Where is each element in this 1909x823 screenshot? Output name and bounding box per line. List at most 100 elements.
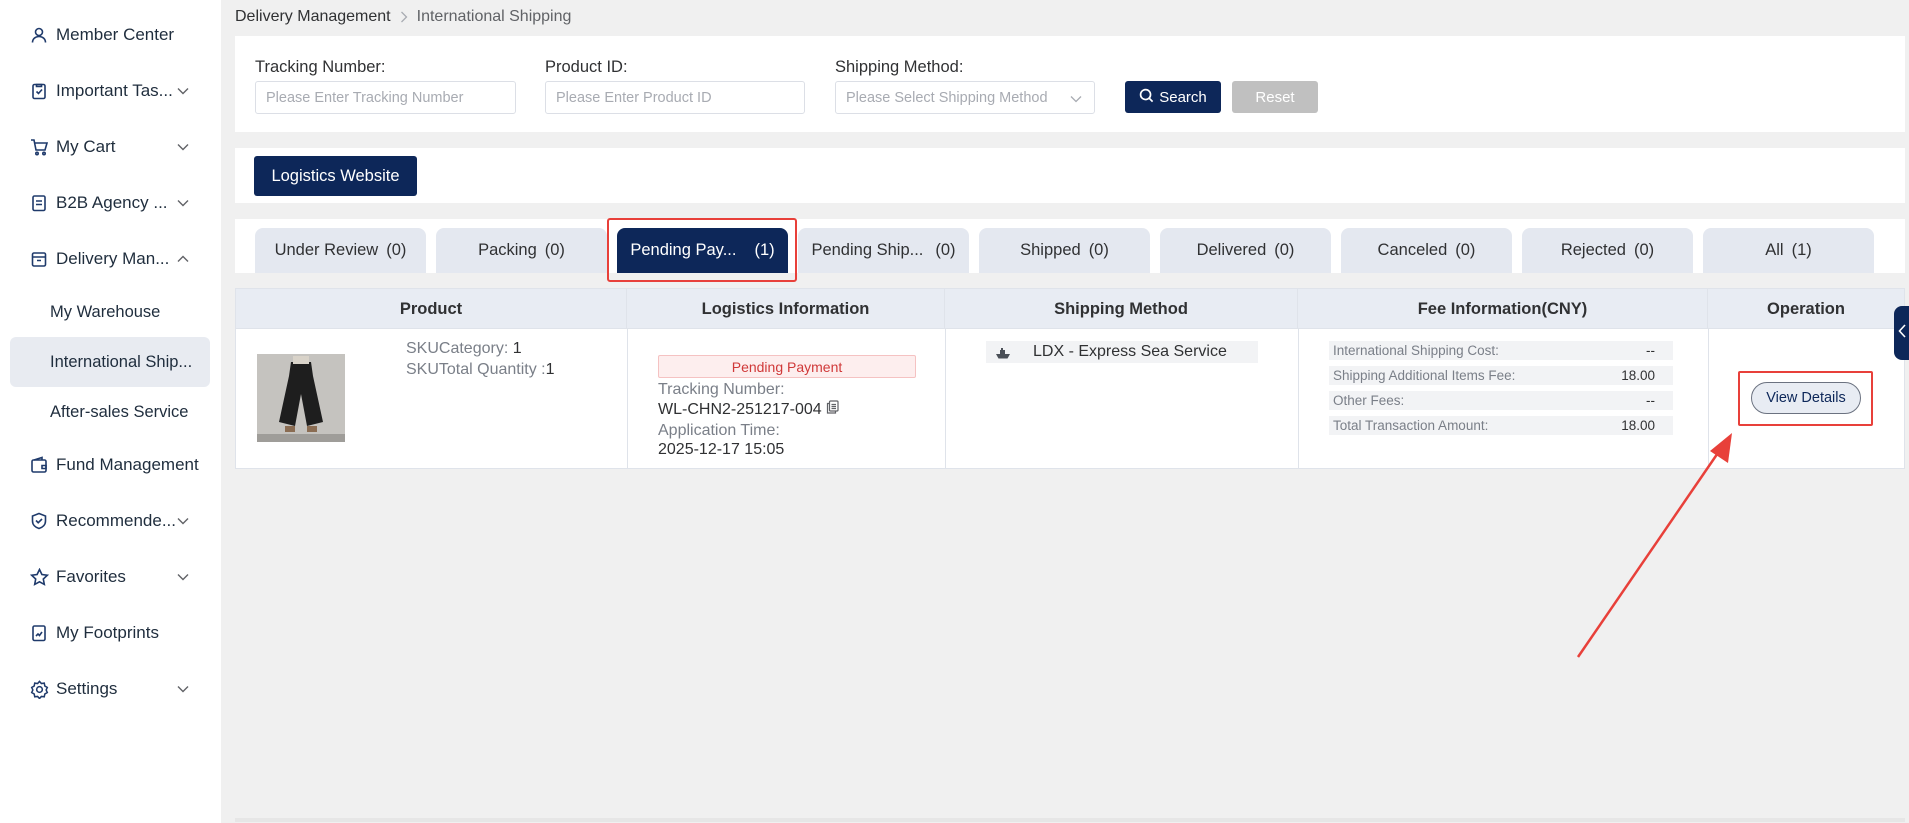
sku-category-label: SKUCategory: — [406, 340, 509, 357]
tab-label: Shipped — [1020, 241, 1081, 259]
box-icon — [28, 248, 50, 270]
tab-pending-payment[interactable]: Pending Pay... (1) — [617, 228, 788, 273]
fee-label: Shipping Additional Items Fee: — [1333, 368, 1516, 383]
tab-count: (1) — [1791, 241, 1812, 259]
sidebar-item-b2b-agency[interactable]: B2B Agency ... — [0, 183, 221, 223]
document-icon — [28, 192, 50, 214]
tab-rejected[interactable]: Rejected (0) — [1522, 228, 1693, 273]
annotation-arrow — [1576, 433, 1732, 658]
shipping-method-label: Shipping Method: — [835, 58, 964, 76]
fee-other: Other Fees: -- — [1329, 391, 1673, 410]
column-divider — [1298, 329, 1299, 469]
chevron-right-icon — [400, 11, 408, 23]
fee-additional-items: Shipping Additional Items Fee: 18.00 — [1329, 366, 1673, 385]
gear-icon — [28, 678, 50, 700]
view-details-button[interactable]: View Details — [1751, 382, 1861, 414]
sku-total-quantity: SKUTotal Quantity :1 — [406, 361, 555, 379]
chevron-up-icon — [176, 252, 190, 266]
sidebar-item-important-tasks[interactable]: Important Tas... — [0, 71, 221, 111]
sidebar-item-label: Settings — [56, 679, 118, 698]
tracking-number-key: Tracking Number: — [658, 381, 785, 398]
product-id-label: Product ID: — [545, 58, 628, 76]
sidebar-subitem-label: After-sales Service — [50, 402, 189, 421]
tab-delivered[interactable]: Delivered (0) — [1160, 228, 1331, 273]
chevron-down-icon — [176, 570, 190, 584]
tab-canceled[interactable]: Canceled (0) — [1341, 228, 1512, 273]
sidebar-item-member-center[interactable]: Member Center — [0, 15, 221, 55]
product-thumbnail[interactable] — [257, 354, 345, 442]
search-button[interactable]: Search — [1125, 81, 1221, 113]
tab-count: (0) — [1633, 241, 1655, 259]
breadcrumb-current: International Shipping — [416, 8, 572, 25]
tab-label: Pending Pay... — [630, 241, 737, 259]
badge-icon — [28, 510, 50, 532]
application-time-key: Application Time: — [658, 422, 780, 439]
sidebar-item-settings[interactable]: Settings — [0, 669, 221, 709]
sidebar-item-my-footprints[interactable]: My Footprints — [0, 613, 221, 653]
tab-all[interactable]: All (1) — [1703, 228, 1874, 273]
tracking-number-label: Tracking Number: — [255, 58, 386, 76]
tracking-number-input[interactable]: Please Enter Tracking Number — [255, 81, 516, 114]
sku-category: SKUCategory: 1 — [406, 340, 522, 358]
star-icon — [28, 566, 50, 588]
fee-value: 18.00 — [1621, 368, 1655, 383]
tracking-number-row: WL-CHN2-251217-004 — [658, 400, 839, 419]
divider — [235, 818, 1905, 822]
sidebar-subitem-my-warehouse[interactable]: My Warehouse — [10, 287, 210, 337]
column-divider — [945, 329, 946, 469]
breadcrumb-delivery-management[interactable]: Delivery Management — [235, 8, 391, 26]
shipping-method-select[interactable]: Please Select Shipping Method — [835, 81, 1095, 114]
sidebar-subitem-label: International Ship... — [50, 352, 193, 371]
sidebar-item-label: Recommende... — [56, 511, 176, 530]
tab-packing[interactable]: Packing (0) — [436, 228, 607, 273]
sidebar-item-label: Fund Management — [56, 455, 199, 474]
breadcrumb: Delivery Management International Shippi… — [235, 8, 571, 26]
sku-quantity-value: 1 — [545, 361, 555, 378]
tab-count: (0) — [544, 241, 565, 259]
sidebar-item-label: My Footprints — [56, 623, 159, 642]
footprints-icon — [28, 622, 50, 644]
chevron-down-icon — [1070, 91, 1082, 107]
clipboard-check-icon — [28, 80, 50, 102]
application-time-value: 2025-12-17 15:05 — [658, 441, 785, 458]
product-id-input[interactable]: Please Enter Product ID — [545, 81, 805, 114]
tab-count: (0) — [386, 241, 407, 259]
sku-category-value: 1 — [512, 340, 522, 357]
tab-shipped[interactable]: Shipped (0) — [979, 228, 1150, 273]
sidebar-item-delivery-management[interactable]: Delivery Man... — [0, 239, 221, 279]
fee-value: -- — [1646, 343, 1655, 358]
tab-under-review[interactable]: Under Review (0) — [255, 228, 426, 273]
status-badge: Pending Payment — [658, 355, 916, 378]
chevron-down-icon — [176, 196, 190, 210]
sidebar-item-label: My Cart — [56, 137, 116, 156]
status-tabs: Under Review (0) Packing (0) Pending Pay..… — [235, 219, 1905, 273]
sidebar-item-fund-management[interactable]: Fund Management — [0, 445, 221, 485]
ship-icon — [995, 345, 1011, 365]
reset-button[interactable]: Reset — [1232, 81, 1318, 113]
copy-icon[interactable] — [826, 400, 839, 419]
logistics-website-button[interactable]: Logistics Website — [254, 156, 417, 196]
sidebar-item-recommended[interactable]: Recommende... — [0, 501, 221, 541]
tab-count: (0) — [1455, 241, 1476, 259]
header-operation: Operation — [1767, 299, 1845, 318]
shipping-method-placeholder: Please Select Shipping Method — [846, 89, 1048, 106]
collapse-panel-tab[interactable] — [1894, 306, 1909, 360]
header-product: Product — [236, 289, 627, 329]
header-shipping-method: Shipping Method — [945, 289, 1298, 329]
tab-label: Canceled — [1377, 241, 1448, 259]
header-logistics-information: Logistics Information — [627, 289, 945, 329]
shipping-method-value: LDX - Express Sea Service — [1033, 343, 1227, 360]
sidebar-item-my-cart[interactable]: My Cart — [0, 127, 221, 167]
cart-icon — [28, 136, 50, 158]
fee-label: Other Fees: — [1333, 393, 1405, 408]
sidebar-subitem-after-sales[interactable]: After-sales Service — [10, 387, 210, 437]
user-icon — [28, 24, 50, 46]
wallet-icon — [28, 454, 50, 476]
logistics-panel: Logistics Website — [235, 148, 1905, 203]
sidebar-item-favorites[interactable]: Favorites — [0, 557, 221, 597]
tab-pending-shipment[interactable]: Pending Ship... (0) — [798, 228, 969, 273]
tab-label: All — [1765, 241, 1784, 259]
fee-value: -- — [1646, 393, 1655, 408]
sku-quantity-label: SKUTotal Quantity : — [406, 361, 546, 378]
sidebar-subitem-international-shipping[interactable]: International Ship... — [10, 337, 210, 387]
